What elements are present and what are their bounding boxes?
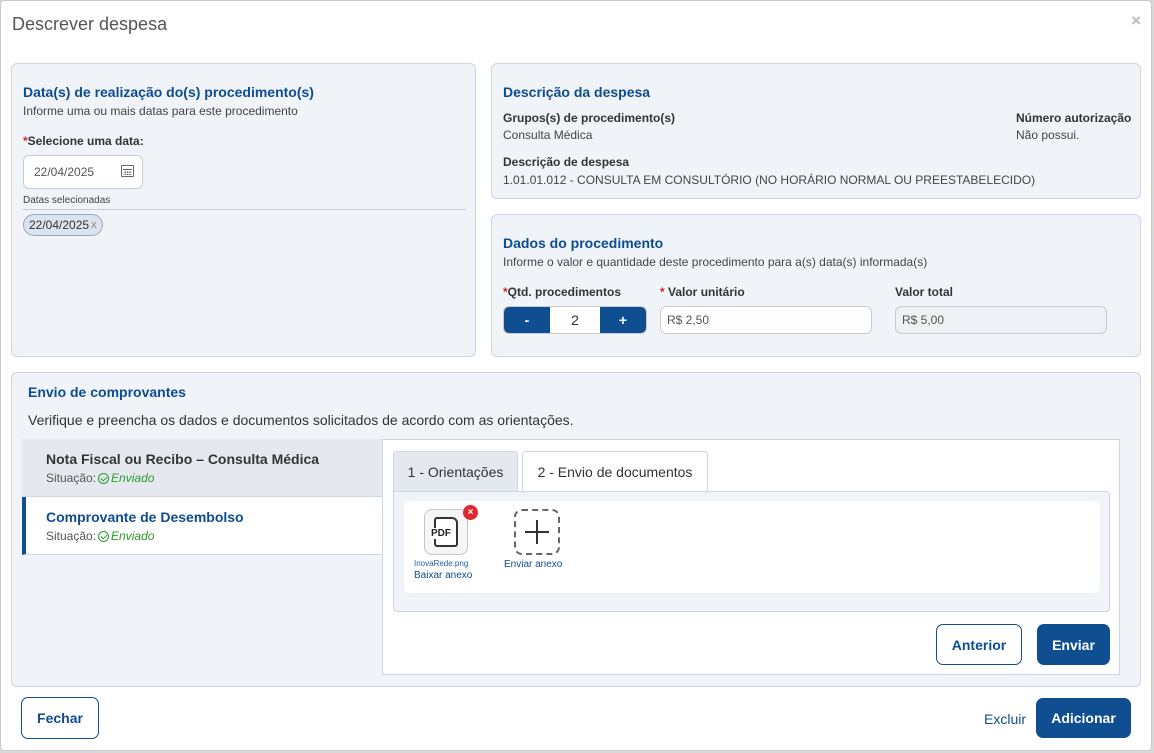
chip-label: 22/04/2025 bbox=[29, 218, 90, 232]
authorization-value: Não possui. bbox=[1016, 128, 1080, 142]
modal-title: Descrever despesa bbox=[12, 14, 168, 34]
group-label: Grupos(s) de procedimento(s) bbox=[503, 111, 676, 125]
receipts-title: Envio de comprovantes bbox=[28, 384, 186, 400]
send-attachment-link[interactable]: Enviar anexo bbox=[504, 559, 562, 570]
receipt-item-disbursement[interactable]: Comprovante de Desembolso Situação: Envi… bbox=[22, 497, 382, 555]
selected-dates-label: Datas selecionadas bbox=[23, 195, 111, 206]
qty-label: *Qtd. procedimentos bbox=[503, 285, 622, 299]
plus-icon-vertical bbox=[536, 520, 538, 544]
total-value: R$ 5,00 bbox=[902, 313, 945, 327]
selected-dates-divider bbox=[23, 209, 466, 210]
unit-value-input[interactable]: R$ 2,50 bbox=[660, 306, 872, 334]
close-icon[interactable]: × bbox=[1131, 11, 1141, 31]
download-attachment-link[interactable]: Baixar anexo bbox=[414, 570, 472, 581]
dates-panel: Data(s) de realização do(s) procedimento… bbox=[11, 63, 476, 357]
increment-button[interactable]: + bbox=[600, 307, 646, 333]
date-input-value: 22/04/2025 bbox=[34, 165, 95, 179]
unit-value: R$ 2,50 bbox=[667, 313, 710, 327]
receipt-item-status: Situação: Enviado bbox=[46, 471, 155, 485]
receipts-panel: Envio de comprovantes Verifique e preenc… bbox=[11, 372, 1141, 687]
receipt-item-title: Nota Fiscal ou Recibo – Consulta Médica bbox=[46, 451, 320, 467]
pdf-label: PDF bbox=[430, 528, 452, 539]
select-date-label: *Selecione uma data: bbox=[23, 134, 144, 148]
expense-description-panel: Descrição da despesa Grupos(s) de proced… bbox=[491, 63, 1141, 199]
total-value-label: Valor total bbox=[895, 285, 954, 299]
quantity-value[interactable]: 2 bbox=[550, 307, 600, 333]
remove-file-icon[interactable]: × bbox=[463, 505, 478, 520]
add-button[interactable]: Adicionar bbox=[1036, 698, 1131, 738]
tab-guidelines[interactable]: 1 - Orientações bbox=[393, 451, 518, 491]
previous-button[interactable]: Anterior bbox=[936, 624, 1022, 665]
expense-modal: Descrever despesa × Data(s) de realizaçã… bbox=[0, 0, 1152, 751]
date-input[interactable]: 22/04/2025 bbox=[23, 155, 143, 189]
chip-remove-icon[interactable]: x bbox=[91, 219, 97, 231]
receipt-item-title: Comprovante de Desembolso bbox=[46, 509, 244, 525]
close-button[interactable]: Fechar bbox=[21, 697, 99, 739]
authorization-label: Número autorização bbox=[1016, 111, 1132, 125]
selected-date-chip: 22/04/2025 x bbox=[23, 214, 103, 236]
procedure-panel-title: Dados do procedimento bbox=[503, 235, 664, 251]
receipt-item-invoice[interactable]: Nota Fiscal ou Recibo – Consulta Médica … bbox=[22, 439, 382, 497]
upload-area: PDF × InovaRede.png Baixar anexo Enviar … bbox=[404, 501, 1100, 593]
dates-panel-subtitle: Informe uma ou mais datas para este proc… bbox=[23, 104, 298, 118]
expense-panel-title: Descrição da despesa bbox=[503, 84, 651, 100]
group-value: Consulta Médica bbox=[503, 128, 593, 142]
check-circle-icon bbox=[98, 472, 110, 484]
receipt-list: Nota Fiscal ou Recibo – Consulta Médica … bbox=[22, 439, 382, 555]
procedure-panel: Dados do procedimento Informe o valor e … bbox=[491, 214, 1141, 357]
receipts-instructions: Verifique e preencha os dados e document… bbox=[28, 412, 574, 428]
procedure-panel-subtitle: Informe o valor e quantidade deste proce… bbox=[503, 255, 928, 269]
calendar-icon[interactable] bbox=[121, 165, 134, 177]
add-attachment-button[interactable] bbox=[514, 509, 560, 555]
file-name: InovaRede.png bbox=[414, 559, 469, 568]
send-button[interactable]: Enviar bbox=[1037, 624, 1110, 665]
pdf-file-icon: PDF bbox=[430, 517, 458, 547]
tab-upload-documents[interactable]: 2 - Envio de documentos bbox=[522, 451, 708, 492]
check-circle-icon bbox=[98, 530, 110, 542]
total-value-input: R$ 5,00 bbox=[895, 306, 1107, 334]
decrement-button[interactable]: - bbox=[504, 307, 550, 333]
description-label: Descrição de despesa bbox=[503, 155, 630, 169]
description-value: 1.01.01.012 - CONSULTA EM CONSULTÓRIO (N… bbox=[503, 173, 1036, 187]
tab-body: PDF × InovaRede.png Baixar anexo Enviar … bbox=[393, 491, 1110, 612]
quantity-stepper: - 2 + bbox=[503, 306, 647, 334]
delete-link[interactable]: Excluir bbox=[984, 711, 1026, 727]
receipt-item-status: Situação: Enviado bbox=[46, 529, 155, 543]
receipt-content: 1 - Orientações 2 - Envio de documentos … bbox=[382, 439, 1120, 675]
dates-panel-title: Data(s) de realização do(s) procedimento… bbox=[23, 84, 314, 100]
unit-value-label: * Valor unitário bbox=[660, 285, 745, 299]
file-thumbnail[interactable]: PDF bbox=[424, 509, 468, 555]
